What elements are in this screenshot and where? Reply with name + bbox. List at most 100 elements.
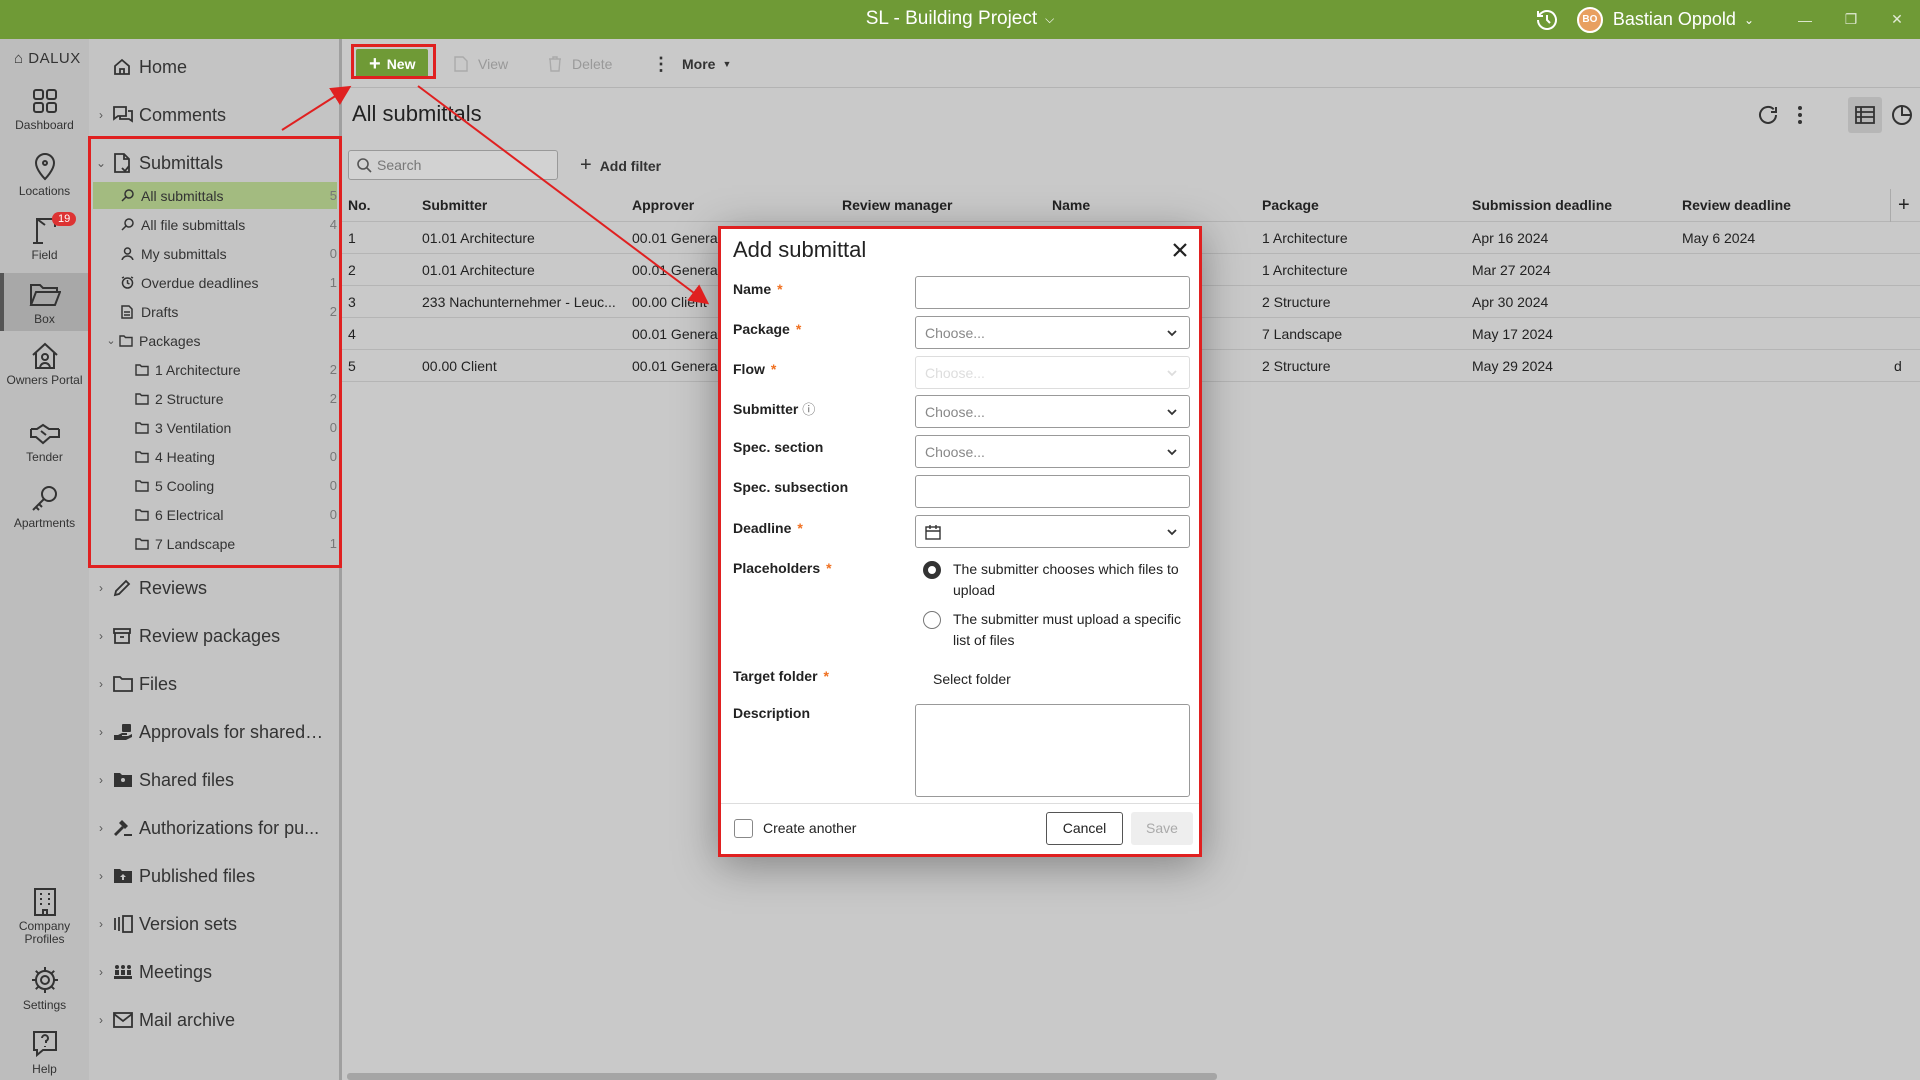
history-icon[interactable] bbox=[1535, 8, 1559, 32]
rail-dashboard[interactable]: Dashboard bbox=[0, 87, 89, 135]
chevron-right-icon[interactable]: › bbox=[89, 581, 113, 595]
list-view-toggle[interactable] bbox=[1848, 97, 1882, 133]
nav-shared-files[interactable]: › Shared files bbox=[89, 763, 339, 797]
create-another-label[interactable]: Create another bbox=[763, 820, 856, 836]
nav-comments[interactable]: › Comments bbox=[89, 98, 339, 132]
restore-icon[interactable]: ❐ bbox=[1828, 11, 1874, 28]
chevron-right-icon[interactable]: › bbox=[89, 629, 113, 643]
save-button[interactable]: Save bbox=[1131, 812, 1193, 845]
pie-chart-icon[interactable] bbox=[1890, 103, 1914, 127]
chevron-right-icon[interactable]: › bbox=[89, 869, 113, 883]
nav-files[interactable]: › Files bbox=[89, 667, 339, 701]
rail-settings[interactable]: Settings bbox=[0, 965, 89, 1015]
nav-version-sets[interactable]: › Version sets bbox=[89, 907, 339, 941]
kebab-menu-icon[interactable] bbox=[1788, 103, 1812, 127]
package-5-cooling[interactable]: 5 Cooling 0 bbox=[93, 472, 337, 499]
chevron-down-icon[interactable]: ⌄ bbox=[89, 156, 113, 170]
column-header[interactable]: Submitter bbox=[422, 189, 487, 221]
package-7-landscape[interactable]: 7 Landscape 1 bbox=[93, 530, 337, 557]
select-folder-link[interactable]: Select folder bbox=[933, 671, 1011, 687]
chevron-right-icon[interactable]: › bbox=[89, 965, 113, 979]
column-header[interactable]: Review deadline bbox=[1682, 189, 1791, 221]
radio-specific-list[interactable]: The submitter must upload a specific lis… bbox=[923, 609, 1185, 651]
submitter-select[interactable]: Choose... bbox=[915, 395, 1190, 428]
chevron-right-icon[interactable]: › bbox=[89, 917, 113, 931]
nav-reviews[interactable]: › Reviews bbox=[89, 571, 339, 605]
rail-locations[interactable]: Locations bbox=[0, 151, 89, 201]
chevron-right-icon[interactable]: › bbox=[89, 773, 113, 787]
info-icon[interactable]: ⓘ bbox=[802, 402, 815, 417]
refresh-icon[interactable] bbox=[1756, 103, 1780, 127]
column-header[interactable]: Package bbox=[1262, 189, 1319, 221]
rail-apartments[interactable]: Apartments bbox=[0, 483, 89, 537]
column-header[interactable]: Name bbox=[1052, 189, 1090, 221]
add-filter-label: Add filter bbox=[599, 157, 662, 174]
nav-authorizations[interactable]: › Authorizations for pu... bbox=[89, 811, 339, 845]
chevron-right-icon[interactable]: › bbox=[89, 725, 113, 739]
nav-label: Authorizations for pu... bbox=[139, 817, 320, 838]
rail-company-profiles[interactable]: Company Profiles bbox=[0, 887, 89, 949]
package-1-architecture[interactable]: 1 Architecture 2 bbox=[93, 356, 337, 383]
chevron-down-icon[interactable]: ⌄ bbox=[103, 334, 119, 347]
delete-button[interactable]: Delete bbox=[548, 49, 612, 79]
add-filter-button[interactable]: + Add filter bbox=[580, 154, 661, 177]
spec-section-select[interactable]: Choose... bbox=[915, 435, 1190, 468]
sub-packages[interactable]: ⌄ Packages bbox=[93, 327, 337, 354]
chevron-down-icon[interactable]: ⌵ bbox=[1045, 0, 1054, 38]
create-another-checkbox[interactable] bbox=[734, 819, 753, 838]
package-3-ventilation[interactable]: 3 Ventilation 0 bbox=[93, 414, 337, 441]
chevron-right-icon[interactable]: › bbox=[89, 821, 113, 835]
deadline-datepicker[interactable] bbox=[915, 515, 1190, 548]
chevron-right-icon[interactable]: › bbox=[89, 108, 113, 122]
rail-field[interactable]: 19 Field bbox=[0, 212, 89, 265]
rail-help[interactable]: Help bbox=[0, 1029, 89, 1079]
search-input[interactable]: Search bbox=[348, 150, 558, 180]
project-name[interactable]: SL - Building Project bbox=[866, 8, 1037, 29]
label-text: Name bbox=[733, 281, 772, 297]
column-header[interactable]: Submission deadline bbox=[1472, 189, 1612, 221]
nav-published-files[interactable]: › Published files bbox=[89, 859, 339, 893]
rail-tender[interactable]: Tender bbox=[0, 421, 89, 471]
nav-home[interactable]: Home bbox=[89, 50, 339, 84]
package-4-heating[interactable]: 4 Heating 0 bbox=[93, 443, 337, 470]
flow-select[interactable]: Choose... bbox=[915, 356, 1190, 389]
cell: 4 bbox=[348, 326, 356, 342]
add-column-icon[interactable]: + bbox=[1898, 189, 1910, 221]
name-field[interactable] bbox=[915, 276, 1190, 309]
column-header[interactable]: Review manager bbox=[842, 189, 953, 221]
sub-drafts[interactable]: Drafts 2 bbox=[93, 298, 337, 325]
nav-approvals-shared[interactable]: › Approvals for shared ... bbox=[89, 715, 339, 749]
sub-all-submittals[interactable]: All submittals 5 bbox=[93, 182, 337, 209]
description-textarea[interactable] bbox=[915, 704, 1190, 797]
cell: 01.01 Architecture bbox=[422, 230, 535, 246]
nav-meetings[interactable]: › Meetings bbox=[89, 955, 339, 989]
column-header[interactable]: No. bbox=[348, 189, 371, 221]
rail-owners-portal[interactable]: Owners Portal bbox=[0, 341, 89, 403]
more-button[interactable]: ⋮ More ▼ bbox=[652, 49, 731, 79]
sub-overdue-deadlines[interactable]: Overdue deadlines 1 bbox=[93, 269, 337, 296]
sub-all-file-submittals[interactable]: All file submittals 4 bbox=[93, 211, 337, 238]
rail-box[interactable]: Box bbox=[0, 273, 89, 331]
nav-review-packages[interactable]: › Review packages bbox=[89, 619, 339, 653]
chevron-right-icon[interactable]: › bbox=[89, 677, 113, 691]
package-6-electrical[interactable]: 6 Electrical 0 bbox=[93, 501, 337, 528]
minimize-icon[interactable]: — bbox=[1782, 12, 1828, 28]
column-header[interactable]: Approver bbox=[632, 189, 694, 221]
close-icon[interactable] bbox=[1169, 239, 1191, 261]
avatar[interactable]: BO bbox=[1576, 6, 1603, 33]
nav-submittals[interactable]: ⌄ Submittals bbox=[89, 146, 339, 180]
sub-my-submittals[interactable]: My submittals 0 bbox=[93, 240, 337, 267]
cancel-button[interactable]: Cancel bbox=[1046, 812, 1123, 845]
package-2-structure[interactable]: 2 Structure 2 bbox=[93, 385, 337, 412]
chevron-down-icon[interactable]: ⌄ bbox=[1744, 13, 1754, 27]
chevron-right-icon[interactable]: › bbox=[89, 1013, 113, 1027]
horizontal-scrollbar[interactable] bbox=[347, 1073, 1217, 1080]
spec-subsection-field[interactable] bbox=[915, 475, 1190, 508]
package-select[interactable]: Choose... bbox=[915, 316, 1190, 349]
new-button[interactable]: + New bbox=[356, 49, 429, 79]
user-name[interactable]: Bastian Oppold bbox=[1613, 9, 1736, 30]
close-window-icon[interactable]: ✕ bbox=[1874, 11, 1920, 28]
nav-mail-archive[interactable]: › Mail archive bbox=[89, 1003, 339, 1037]
view-button[interactable]: View bbox=[454, 49, 508, 79]
radio-submitter-chooses[interactable]: The submitter chooses which files to upl… bbox=[923, 559, 1185, 601]
